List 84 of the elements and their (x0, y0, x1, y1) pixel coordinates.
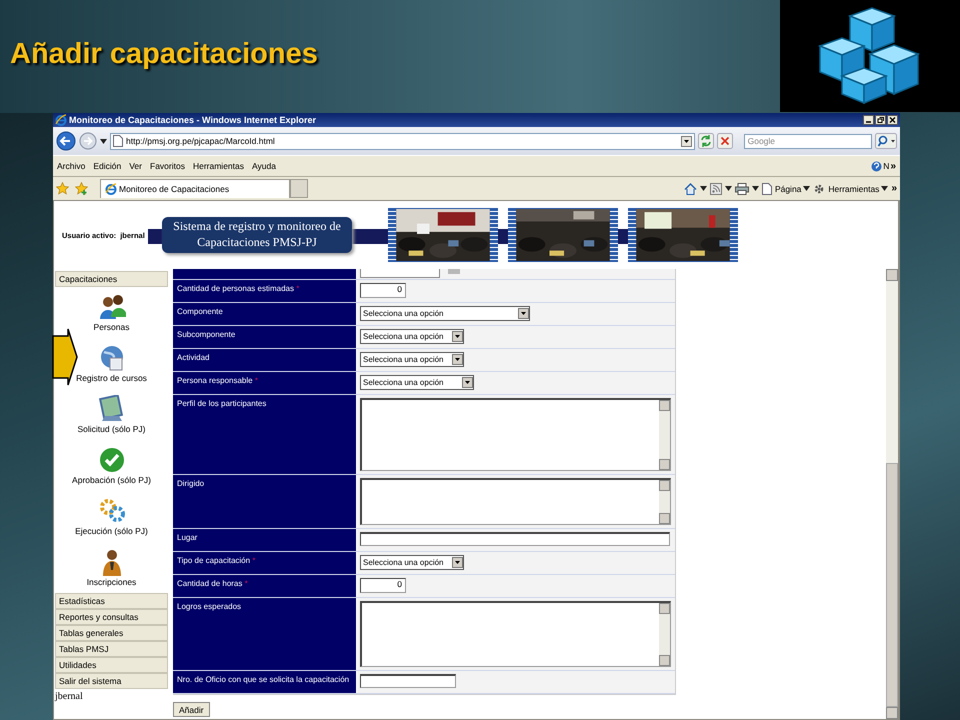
form-label: Componente (173, 303, 357, 325)
nav-link[interactable]: Ejecución (sólo PJ) (75, 526, 148, 536)
menu-item[interactable]: Archivo (57, 161, 86, 171)
form-label: Lugar (173, 529, 357, 551)
gear-icon[interactable] (813, 182, 826, 194)
stop-button[interactable] (716, 133, 733, 149)
menu-item[interactable]: Ayuda (252, 161, 276, 171)
nav-link[interactable]: Personas (94, 322, 130, 332)
dropdown[interactable]: Selecciona una opción (360, 352, 464, 367)
dropdown[interactable]: Selecciona una opción (360, 375, 474, 390)
nav-menu-item[interactable]: Reportes y consultas (55, 609, 168, 625)
nav-link[interactable]: Registro de cursos (76, 373, 147, 383)
home-icon[interactable] (684, 182, 697, 194)
command-menu[interactable]: Página (774, 184, 810, 194)
form-label: Dirigido (173, 475, 357, 528)
form-label: Tipo de capacitación * (173, 552, 357, 574)
scrollbar[interactable] (886, 269, 898, 719)
nav-menu-item[interactable]: Utilidades (55, 657, 168, 673)
caret-icon[interactable] (100, 138, 107, 144)
slide-title: Añadir capacitaciones (10, 38, 318, 71)
scroll-thumb[interactable] (886, 463, 898, 707)
overflow-chevron[interactable]: » (890, 160, 896, 172)
nav-link[interactable]: Inscripciones (86, 577, 136, 587)
browser-icon (55, 114, 67, 126)
browser-icon (105, 183, 117, 195)
menu-item[interactable]: Ver (129, 161, 142, 171)
nav-menu-item[interactable]: Tablas generales (55, 625, 168, 641)
date-field[interactable] (360, 269, 440, 278)
nav-menu-item[interactable]: Salir del sistema (55, 673, 168, 689)
dropdown[interactable]: Selecciona una opción (360, 306, 530, 321)
nav-menu-item[interactable]: Estadísticas (55, 593, 168, 609)
feed-icon[interactable] (710, 182, 722, 194)
people-icon[interactable] (98, 293, 126, 321)
refresh-button[interactable] (698, 133, 714, 149)
user-name: jbernal (55, 690, 84, 702)
menu-item[interactable]: Herramientas (192, 161, 244, 171)
section-header[interactable]: Capacitaciones (55, 271, 168, 287)
printer-icon[interactable] (734, 182, 749, 194)
add-favorite-icon[interactable] (75, 182, 88, 195)
form-label: Subcomponente (173, 326, 357, 348)
form-label: Nro. de Oficio con que se solicita la capacitación (173, 671, 357, 693)
address-field[interactable]: http://pmsj.org.pe/pjcapac/MarcoId.html (110, 132, 695, 150)
form-label: Logros esperados (173, 598, 357, 670)
text-field[interactable] (360, 674, 456, 688)
command-menu[interactable]: Herramientas (828, 184, 888, 194)
caret-icon[interactable] (724, 186, 732, 191)
help-icon[interactable] (871, 160, 882, 172)
minimize-button[interactable] (863, 115, 874, 125)
number-field[interactable]: 0 (360, 578, 406, 593)
gears-icon[interactable] (98, 497, 126, 525)
dropdown[interactable]: Selecciona una opción (360, 329, 464, 344)
caret-icon (881, 186, 888, 191)
form-label: Cantidad de personas estimadas * (173, 280, 357, 302)
caret-icon[interactable] (752, 186, 759, 191)
close-button[interactable] (887, 115, 898, 125)
number-field[interactable]: 0 (360, 283, 406, 298)
add-button[interactable]: Añadir (173, 702, 210, 717)
star-icon[interactable] (56, 182, 69, 195)
caret-icon (803, 186, 810, 191)
form-label: Perfil de los participantes (173, 395, 357, 474)
page-icon (113, 135, 123, 147)
text-field[interactable] (360, 532, 670, 546)
browser-tab[interactable]: Monitoreo de Capacitaciones (100, 179, 290, 198)
overflow-chevron[interactable]: » (891, 183, 897, 194)
form-label: Actividad (173, 349, 357, 371)
window-title: Monitoreo de Capacitaciones - Windows Internet Explorer (69, 115, 316, 125)
back-button[interactable] (56, 131, 76, 151)
menu-item[interactable]: Favoritos (150, 161, 185, 171)
search-field[interactable]: Google (744, 134, 872, 148)
form-label: Persona responsable * (173, 372, 357, 394)
system-heading: Sistema de registro y monitoreo de Capacitaciones PMSJ-PJ (162, 217, 352, 253)
nav-menu-item[interactable]: Tablas PMSJ (55, 641, 168, 657)
caret-icon[interactable] (700, 186, 707, 191)
nav-link[interactable]: Solicitud (sólo PJ) (77, 424, 146, 434)
checkmark-icon[interactable] (98, 446, 126, 474)
form-label: Cantidad de horas * (173, 575, 357, 597)
page-icon (762, 182, 772, 194)
menu-item[interactable]: N (883, 161, 890, 171)
search-button[interactable] (875, 133, 897, 149)
restore-button[interactable] (875, 115, 886, 125)
dropdown[interactable]: Selecciona una opción (360, 555, 464, 570)
menu-item[interactable]: Edición (93, 161, 122, 171)
nav-link[interactable]: Aprobación (sólo PJ) (72, 475, 151, 485)
pointer-arrow-icon (52, 328, 78, 386)
